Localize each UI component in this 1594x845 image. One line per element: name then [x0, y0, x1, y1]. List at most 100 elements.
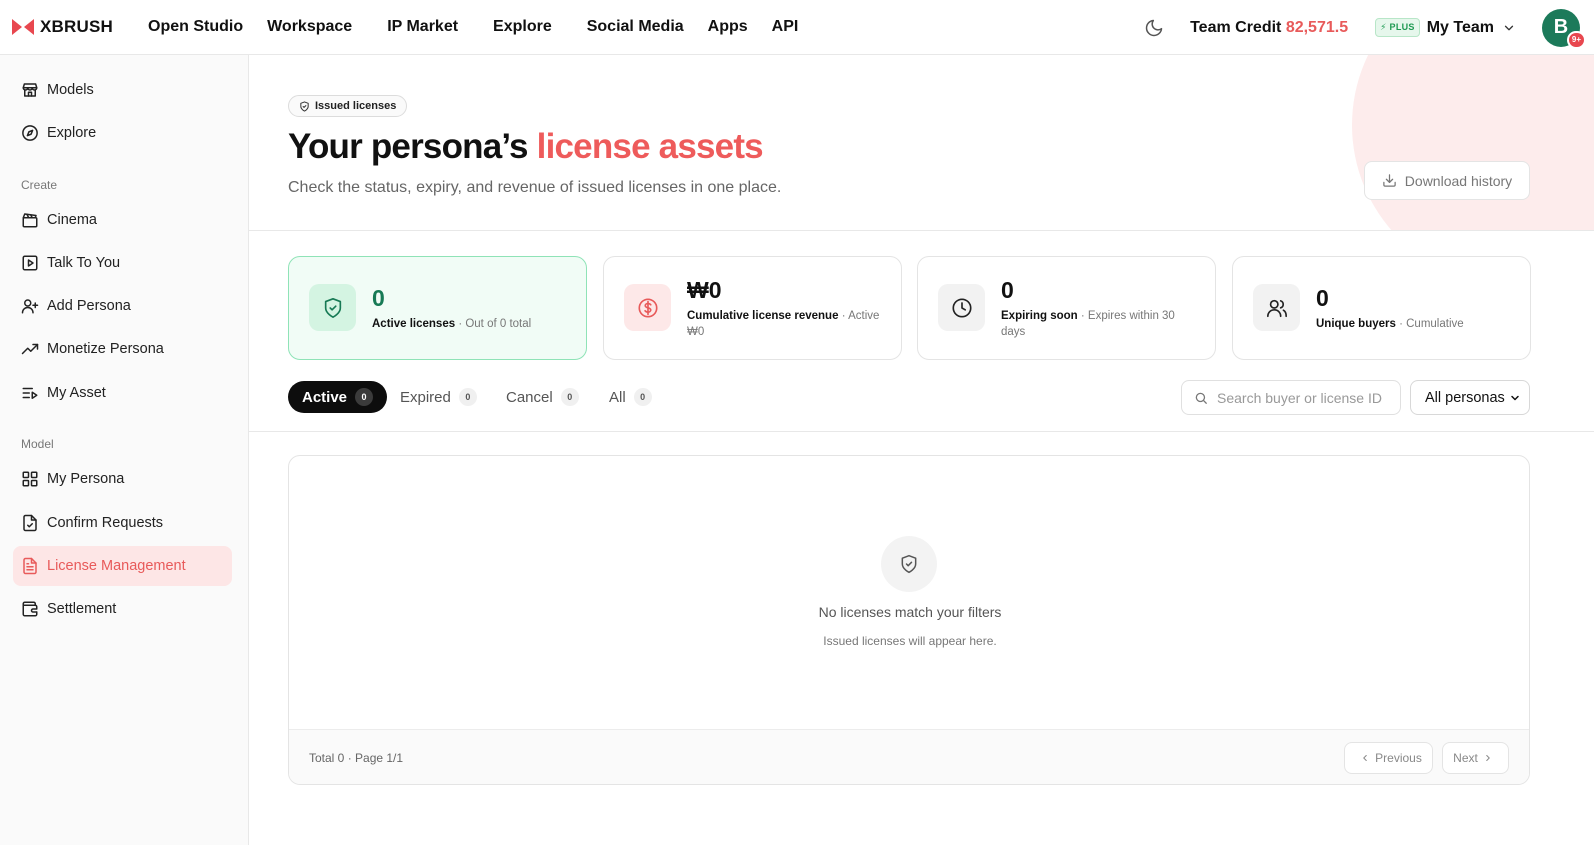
sidebar-item-license-management[interactable]: License Management — [13, 546, 232, 586]
nav-apps[interactable]: Apps — [708, 18, 748, 36]
xbrush-logo-icon — [12, 19, 34, 35]
tab-active[interactable]: Active 0 — [288, 381, 388, 413]
nav-api[interactable]: API — [772, 18, 799, 36]
tab-cancel[interactable]: Cancel 0 — [506, 381, 579, 413]
stat-value: ₩0 — [687, 277, 722, 303]
trending-up-icon — [21, 340, 39, 358]
sidebar-section-create: Create — [21, 178, 58, 192]
tab-label: All — [609, 388, 626, 406]
sidebar-section-model: Model — [21, 437, 54, 451]
sidebar-item-explore[interactable]: Explore — [13, 113, 232, 153]
sidebar-item-label: Settlement — [47, 601, 117, 617]
licenses-table: No licenses match your filters Issued li… — [288, 455, 1530, 785]
stat-label: Active licenses — [372, 318, 456, 330]
sidebar-item-monetize-persona[interactable]: Monetize Persona — [13, 329, 232, 369]
issued-licenses-chip: Issued licenses — [288, 95, 408, 117]
nav-workspace[interactable]: Workspace — [267, 18, 352, 36]
nav-explore[interactable]: Explore — [493, 18, 552, 36]
sidebar-item-confirm-requests[interactable]: Confirm Requests — [13, 503, 232, 543]
persona-select[interactable]: All personas — [1410, 380, 1530, 415]
stat-label: Cumulative license revenue — [687, 310, 839, 322]
notification-badge: 9+ — [1566, 30, 1586, 49]
stat-value: 0 — [372, 285, 385, 311]
page-title: Your persona’s license assets — [288, 127, 764, 167]
sidebar-item-label: Models — [47, 82, 94, 98]
page-title-accent: license assets — [536, 127, 764, 166]
tab-expired[interactable]: Expired 0 — [400, 381, 477, 413]
chip-label: Issued licenses — [315, 100, 397, 112]
tab-count: 0 — [458, 388, 477, 406]
nav-open-studio[interactable]: Open Studio — [148, 18, 243, 36]
nav-social-media[interactable]: Social Media — [587, 18, 684, 36]
sidebar-item-my-asset[interactable]: My Asset — [13, 373, 232, 413]
previous-label: Previous — [1375, 751, 1422, 765]
search-icon — [1195, 392, 1207, 404]
shield-check-icon — [309, 284, 356, 331]
shield-check-icon — [300, 100, 309, 112]
file-check-icon — [21, 514, 39, 532]
sidebar-item-label: My Asset — [47, 385, 106, 401]
stat-card-unique-buyers: 0 Unique buyers · Cumulative — [1232, 256, 1531, 360]
user-avatar[interactable]: B 9+ — [1542, 8, 1586, 49]
chevron-down-icon[interactable] — [1502, 21, 1516, 35]
tab-label: Cancel — [506, 388, 553, 406]
page-subtitle: Check the status, expiry, and revenue of… — [288, 179, 782, 196]
sidebar-item-add-persona[interactable]: Add Persona — [13, 286, 232, 326]
search-input[interactable] — [1217, 389, 1397, 406]
empty-state-subtitle: Issued licenses will appear here. — [823, 634, 997, 648]
stat-note: · Out of 0 total — [458, 318, 532, 330]
tab-label: Expired — [400, 388, 451, 406]
team-name[interactable]: My Team — [1427, 19, 1494, 37]
search-box — [1181, 380, 1401, 415]
moon-icon[interactable] — [1144, 18, 1164, 38]
main-nav: Open Studio Workspace IP Market Explore … — [148, 18, 822, 36]
sidebar-item-models[interactable]: Models — [13, 70, 232, 110]
tab-count: 0 — [355, 388, 374, 406]
stat-card-expiring-soon: 0 Expiring soon · Expires within 30 days — [917, 256, 1216, 360]
stat-card-active-licenses: 0 Active licenses · Out of 0 total — [288, 256, 587, 360]
sidebar: Models Explore Create Cinema Talk To You… — [0, 55, 249, 845]
stat-note: · Cumulative — [1399, 318, 1464, 330]
sidebar-item-cinema[interactable]: Cinema — [13, 200, 232, 240]
topbar-right: Team Credit 82,571.5 ⚡ PLUS My Team B 9+ — [1144, 0, 1594, 55]
grid-icon — [21, 470, 39, 488]
nav-ip-market[interactable]: IP Market — [387, 18, 458, 36]
sidebar-item-label: Monetize Persona — [47, 341, 164, 357]
sidebar-item-my-persona[interactable]: My Persona — [13, 459, 232, 499]
team-credit: Team Credit 82,571.5 — [1190, 19, 1348, 37]
sidebar-item-settlement[interactable]: Settlement — [13, 589, 232, 629]
chevron-down-icon — [1511, 395, 1519, 401]
download-icon — [1383, 174, 1396, 187]
decorative-circle — [1352, 55, 1594, 230]
sidebar-item-talk-to-you[interactable]: Talk To You — [13, 243, 232, 283]
next-page-button[interactable]: Next — [1442, 742, 1509, 774]
brand-logo[interactable]: XBRUSH — [12, 17, 148, 37]
store-icon — [21, 81, 39, 99]
top-navigation-bar: XBRUSH Open Studio Workspace IP Market E… — [0, 0, 1594, 55]
tab-all[interactable]: All 0 — [609, 381, 652, 413]
clock-icon — [938, 284, 985, 331]
stat-description: Cumulative license revenue · Active ₩0 — [687, 308, 887, 340]
chevron-right-icon — [1486, 754, 1490, 762]
stat-description: Unique buyers · Cumulative — [1316, 316, 1516, 332]
previous-page-button[interactable]: Previous — [1344, 742, 1433, 774]
shield-check-icon — [881, 536, 937, 592]
dollar-circle-icon — [624, 284, 671, 331]
tab-label: Active — [302, 388, 348, 406]
stat-value: 0 — [1316, 285, 1329, 311]
stat-card-revenue: ₩0 Cumulative license revenue · Active ₩… — [603, 256, 902, 360]
next-label: Next — [1453, 751, 1478, 765]
page-title-main: Your persona’s — [288, 127, 529, 166]
avatar-initial: B — [1553, 16, 1569, 38]
chevron-left-icon — [1363, 754, 1367, 762]
stat-label: Unique buyers — [1316, 318, 1396, 330]
plan-badge-label: PLUS — [1389, 22, 1415, 32]
sidebar-item-label: Confirm Requests — [47, 515, 164, 531]
play-square-icon — [21, 254, 39, 272]
download-history-button[interactable]: Download history — [1364, 161, 1530, 200]
sidebar-item-label: My Persona — [47, 471, 125, 487]
stat-description: Expiring soon · Expires within 30 days — [1001, 308, 1191, 340]
team-credit-value: 82,571.5 — [1285, 18, 1349, 36]
brand-name: XBRUSH — [40, 17, 113, 36]
main-content: Issued licenses Your persona’s license a… — [249, 55, 1594, 845]
